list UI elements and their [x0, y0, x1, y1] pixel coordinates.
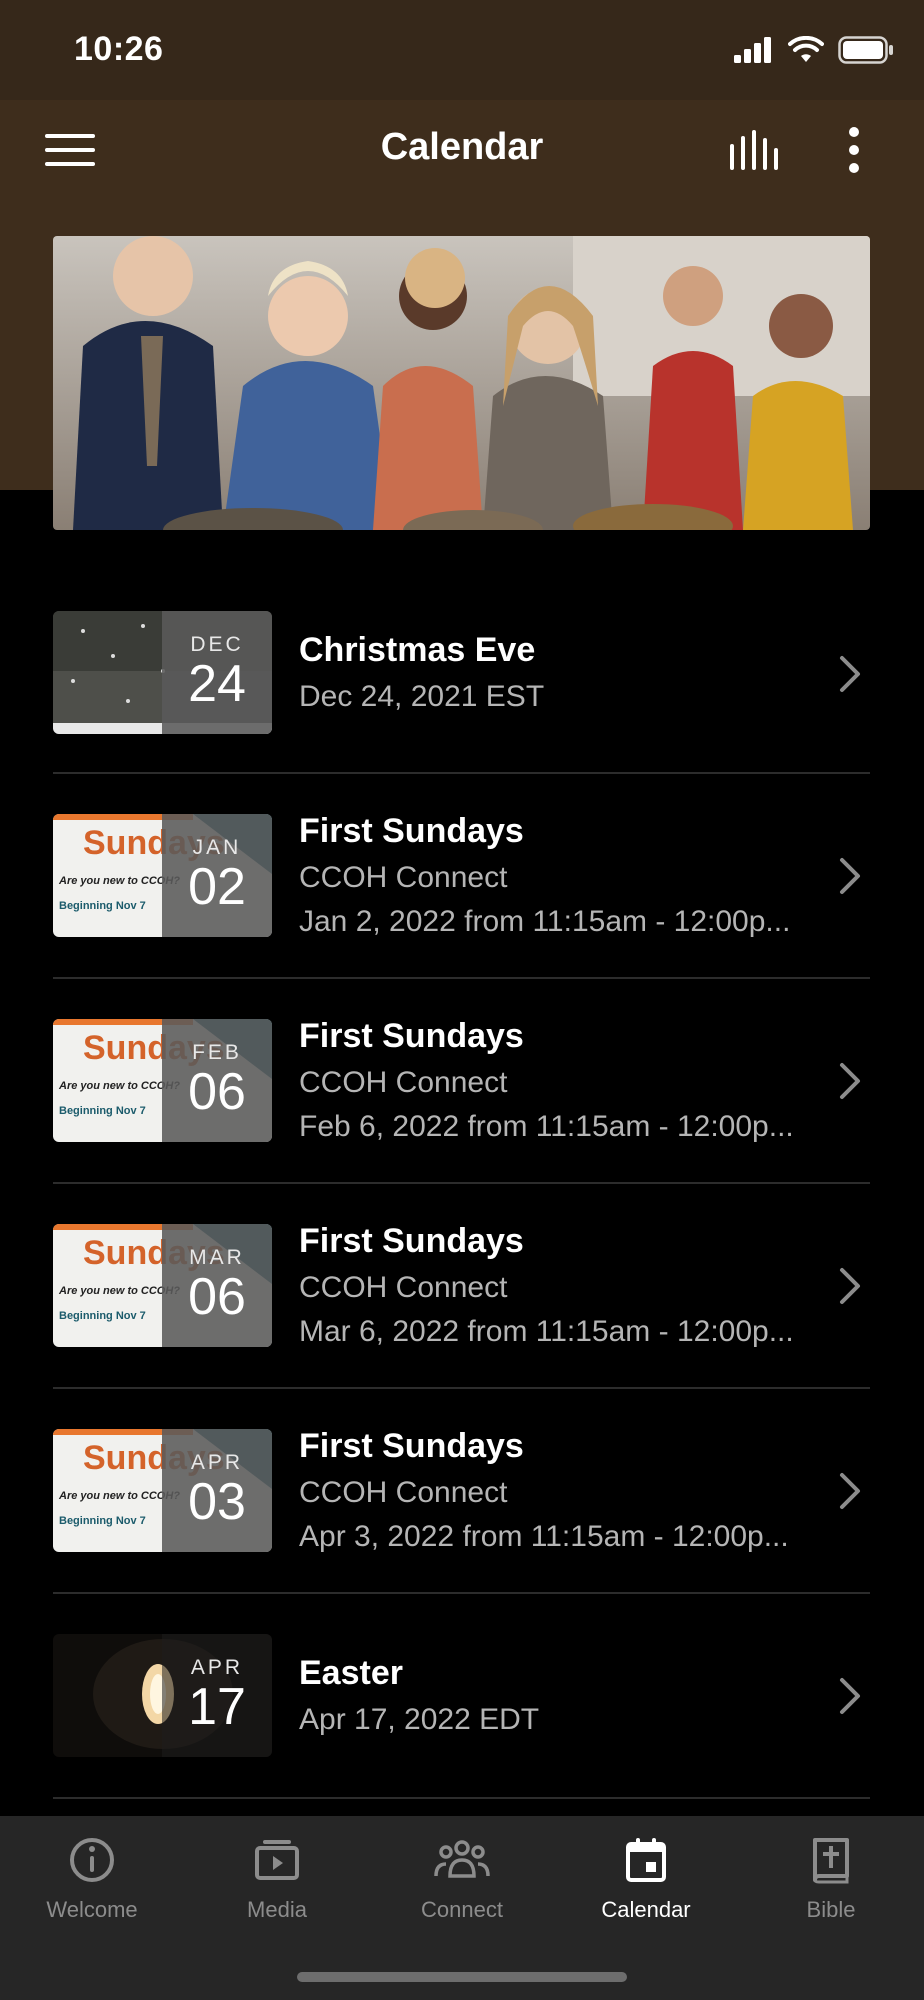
event-text: First Sundays CCOH Connect Jan 2, 2022 f…	[299, 812, 810, 939]
event-day: 06	[188, 1268, 246, 1326]
event-thumbnail: APR 17	[53, 1634, 272, 1757]
tab-label: Connect	[421, 1897, 503, 1922]
event-location: CCOH Connect	[299, 1476, 508, 1509]
event-location: CCOH Connect	[299, 1271, 508, 1304]
event-text: Christmas Eve Dec 24, 2021 EST	[299, 631, 810, 714]
date-badge: MAR 06	[162, 1224, 272, 1347]
event-month: APR	[190, 1656, 244, 1679]
event-month: APR	[190, 1451, 244, 1474]
calendar-icon	[626, 1838, 666, 1882]
svg-text:Beginning Nov 7: Beginning Nov 7	[59, 1310, 146, 1322]
date-badge: JAN 02	[162, 814, 272, 937]
event-thumbnail: Sundays Are you new to CCOH? Beginning N…	[53, 1019, 272, 1142]
list-item[interactable]: Sundays Are you new to CCOH? Beginning N…	[53, 1184, 870, 1389]
audio-bars-icon	[730, 130, 778, 170]
date-badge: APR 03	[162, 1429, 272, 1552]
tab-connect[interactable]: Connect	[387, 1836, 537, 1923]
event-text: First Sundays CCOH Connect Apr 3, 2022 f…	[299, 1427, 810, 1554]
event-text: First Sundays CCOH Connect Feb 6, 2022 f…	[299, 1017, 810, 1144]
tab-label: Media	[247, 1897, 307, 1922]
tab-label: Bible	[806, 1897, 856, 1922]
event-thumbnail: Sundays Are you new to CCOH? Beginning N…	[53, 1429, 272, 1552]
info-icon	[70, 1838, 114, 1882]
hero-people-photo	[53, 236, 870, 530]
chevron-right-icon	[840, 1268, 860, 1304]
event-location: CCOH Connect	[299, 861, 508, 894]
event-day: 17	[188, 1678, 246, 1736]
status-time: 10:26	[74, 30, 164, 68]
event-month: JAN	[192, 836, 242, 859]
event-title: First Sundays	[299, 1222, 524, 1260]
tab-bible[interactable]: Bible	[756, 1836, 906, 1923]
event-day: 03	[188, 1473, 246, 1531]
event-day: 06	[188, 1063, 246, 1121]
list-item[interactable]: Sundays Are you new to CCOH? Beginning N…	[53, 1389, 870, 1594]
svg-text:Beginning Nov 7: Beginning Nov 7	[59, 1515, 146, 1527]
more-vertical-icon	[849, 127, 859, 173]
tab-welcome[interactable]: Welcome	[17, 1836, 167, 1923]
home-indicator	[297, 1972, 627, 1982]
more-options-button[interactable]	[836, 122, 872, 178]
date-badge: APR 17	[162, 1634, 272, 1757]
date-badge: DEC 24	[162, 611, 272, 734]
event-title: First Sundays	[299, 1427, 524, 1465]
list-item[interactable]: Sundays Are you new to CCOH? Beginning N…	[53, 774, 870, 979]
event-date: Apr 3, 2022 from 11:15am - 12:00p...	[299, 1520, 789, 1553]
tab-calendar[interactable]: Calendar	[571, 1836, 721, 1923]
list-item[interactable]: DEC 24 Christmas Eve Dec 24, 2021 EST	[53, 590, 870, 774]
event-thumbnail: Sundays Are you new to CCOH? Beginning N…	[53, 1224, 272, 1347]
event-date: Jan 2, 2022 from 11:15am - 12:00p...	[299, 905, 791, 938]
battery-icon	[838, 36, 893, 64]
event-date: Feb 6, 2022 from 11:15am - 12:00p...	[299, 1110, 794, 1143]
list-item[interactable]: Sundays Are you new to CCOH? Beginning N…	[53, 979, 870, 1184]
tab-media[interactable]: Media	[202, 1836, 352, 1923]
event-date: Apr 17, 2022 EDT	[299, 1703, 540, 1736]
event-month: DEC	[190, 633, 244, 656]
chevron-right-icon	[840, 1473, 860, 1509]
svg-text:Beginning Nov 7: Beginning Nov 7	[59, 900, 146, 912]
event-month: FEB	[192, 1041, 242, 1064]
event-title: Easter	[299, 1654, 403, 1692]
people-icon	[434, 1840, 490, 1878]
navigation-bar: Calendar	[0, 100, 924, 200]
event-location: CCOH Connect	[299, 1066, 508, 1099]
hero-image	[53, 236, 870, 530]
event-text: First Sundays CCOH Connect Mar 6, 2022 f…	[299, 1222, 810, 1349]
chevron-right-icon	[840, 656, 860, 692]
date-badge: FEB 06	[162, 1019, 272, 1142]
tab-label: Welcome	[46, 1897, 138, 1922]
svg-text:Beginning Nov 7: Beginning Nov 7	[59, 1105, 146, 1117]
event-date: Dec 24, 2021 EST	[299, 680, 545, 713]
status-bar: 10:26	[0, 0, 924, 100]
event-month: MAR	[189, 1246, 245, 1269]
event-thumbnail: DEC 24	[53, 611, 272, 734]
media-icon	[255, 1840, 299, 1880]
event-day: 24	[188, 655, 246, 713]
tab-label: Calendar	[601, 1897, 691, 1922]
event-day: 02	[188, 858, 246, 916]
bible-icon	[813, 1838, 849, 1884]
event-title: First Sundays	[299, 1017, 524, 1055]
list-item[interactable]: APR 17 Easter Apr 17, 2022 EDT	[53, 1594, 870, 1799]
event-text: Easter Apr 17, 2022 EDT	[299, 1654, 810, 1737]
event-title: Christmas Eve	[299, 631, 536, 669]
event-thumbnail: Sundays Are you new to CCOH? Beginning N…	[53, 814, 272, 937]
chevron-right-icon	[840, 858, 860, 894]
event-title: First Sundays	[299, 812, 524, 850]
chevron-right-icon	[840, 1063, 860, 1099]
chevron-right-icon	[840, 1678, 860, 1714]
audio-button[interactable]	[724, 122, 786, 178]
event-date: Mar 6, 2022 from 11:15am - 12:00p...	[299, 1315, 794, 1348]
events-list: DEC 24 Christmas Eve Dec 24, 2021 EST Su…	[53, 590, 870, 1799]
signal-icon	[734, 37, 771, 63]
status-icons	[734, 36, 894, 64]
wifi-icon	[788, 36, 824, 62]
